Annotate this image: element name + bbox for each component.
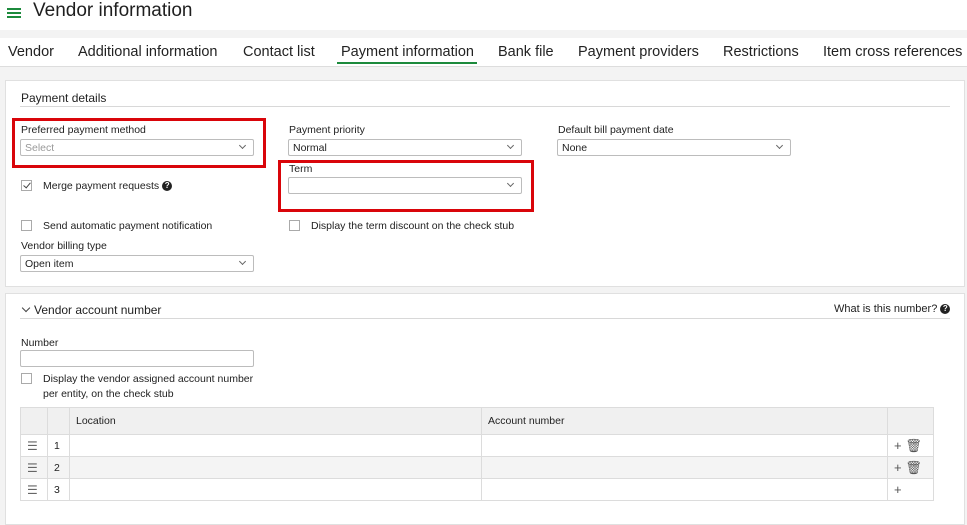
- merge-payment-requests-label: Merge payment requests?: [43, 180, 173, 192]
- what-is-this-number-link[interactable]: What is this number??: [834, 303, 951, 315]
- location-cell[interactable]: [69, 456, 482, 479]
- default-bill-payment-date-select[interactable]: None: [557, 139, 791, 156]
- row-actions: + 🗑: [887, 434, 934, 457]
- account-number-cell[interactable]: [481, 456, 888, 479]
- list-menu-icon[interactable]: [7, 6, 21, 20]
- account-number-input[interactable]: [20, 350, 254, 367]
- add-row-icon[interactable]: +: [894, 438, 902, 453]
- highlight-box-term: [278, 160, 534, 212]
- actions-header-cell: [887, 407, 934, 435]
- table-row: ☰ 3 +: [20, 478, 934, 501]
- tab-bank-file[interactable]: Bank file: [498, 44, 554, 60]
- tab-restrictions[interactable]: Restrictions: [723, 44, 799, 60]
- merge-payment-requests-text: Merge payment requests: [43, 180, 160, 192]
- highlight-box-payment-method: [12, 118, 266, 168]
- payment-priority-select[interactable]: Normal: [288, 139, 522, 156]
- account-number-table: Location Account number ☰ 1 + 🗑 ☰ 2 + 🗑 …: [20, 407, 934, 501]
- tab-additional-information[interactable]: Additional information: [78, 44, 217, 60]
- number-label: Number: [21, 337, 59, 349]
- trash-icon[interactable]: 🗑: [905, 438, 922, 453]
- account-number-cell[interactable]: [481, 478, 888, 501]
- row-actions: + 🗑: [887, 456, 934, 479]
- chevron-down-icon: [21, 303, 31, 313]
- help-icon[interactable]: ?: [162, 181, 173, 191]
- location-cell[interactable]: [69, 478, 482, 501]
- term-discount-checkbox[interactable]: [289, 220, 300, 231]
- location-cell[interactable]: [69, 434, 482, 457]
- row-number-header-cell: [47, 407, 70, 435]
- account-number-cell[interactable]: [481, 434, 888, 457]
- merge-payment-requests-checkbox[interactable]: [21, 180, 32, 191]
- section-divider: [20, 106, 950, 107]
- chevron-down-icon: [506, 141, 515, 150]
- term-discount-label: Display the term discount on the check s…: [311, 220, 515, 232]
- send-automatic-payment-notification-label: Send automatic payment notification: [43, 220, 213, 232]
- account-number-column-header: Account number: [481, 407, 888, 435]
- display-vendor-account-label-line1: Display the vendor assigned account numb…: [43, 373, 254, 385]
- row-number: 1: [47, 434, 70, 457]
- help-icon: ?: [940, 304, 951, 314]
- display-vendor-account-checkbox[interactable]: [21, 373, 32, 384]
- chevron-down-icon: [775, 141, 784, 150]
- page-title: Vendor information: [33, 0, 193, 21]
- vendor-billing-type-label: Vendor billing type: [21, 240, 107, 252]
- tab-contact-list[interactable]: Contact list: [243, 44, 315, 60]
- tab-payment-information[interactable]: Payment information: [337, 44, 477, 64]
- location-column-header: Location: [69, 407, 482, 435]
- tab-item-cross-references[interactable]: Item cross references: [823, 44, 962, 60]
- table-header-row: Location Account number: [20, 407, 934, 435]
- add-row-icon[interactable]: +: [894, 460, 902, 475]
- tab-vendor[interactable]: Vendor: [8, 44, 54, 60]
- tab-payment-providers[interactable]: Payment providers: [578, 44, 699, 60]
- payment-priority-label: Payment priority: [289, 124, 365, 136]
- add-row-icon[interactable]: +: [894, 482, 902, 497]
- vendor-billing-type-select[interactable]: Open item: [20, 255, 254, 272]
- default-bill-payment-date-value: None: [562, 142, 588, 154]
- row-number: 3: [47, 478, 70, 501]
- drag-handle-icon[interactable]: ☰: [20, 478, 48, 501]
- payment-details-title: Payment details: [21, 91, 107, 105]
- tab-bar: Vendor Additional information Contact li…: [0, 38, 967, 67]
- vendor-account-toggle[interactable]: Vendor account number: [21, 303, 161, 317]
- page-header: Vendor information: [0, 0, 967, 30]
- drag-handle-icon[interactable]: ☰: [20, 456, 48, 479]
- payment-priority-value: Normal: [293, 142, 327, 154]
- trash-icon[interactable]: 🗑: [905, 460, 922, 475]
- row-number: 2: [47, 456, 70, 479]
- table-row: ☰ 2 + 🗑: [20, 456, 934, 479]
- send-automatic-payment-notification-checkbox[interactable]: [21, 220, 32, 231]
- chevron-down-icon: [238, 257, 247, 266]
- row-actions: +: [887, 478, 934, 501]
- section-divider: [20, 318, 950, 319]
- vendor-account-title: Vendor account number: [34, 303, 162, 317]
- default-bill-payment-date-label: Default bill payment date: [558, 124, 674, 136]
- drag-handle-icon[interactable]: ☰: [20, 434, 48, 457]
- what-is-this-number-text: What is this number?: [834, 303, 938, 315]
- display-vendor-account-label-line2: per entity, on the check stub: [43, 388, 174, 400]
- vendor-billing-type-value: Open item: [25, 258, 74, 270]
- table-row: ☰ 1 + 🗑: [20, 434, 934, 457]
- drag-header-cell: [20, 407, 48, 435]
